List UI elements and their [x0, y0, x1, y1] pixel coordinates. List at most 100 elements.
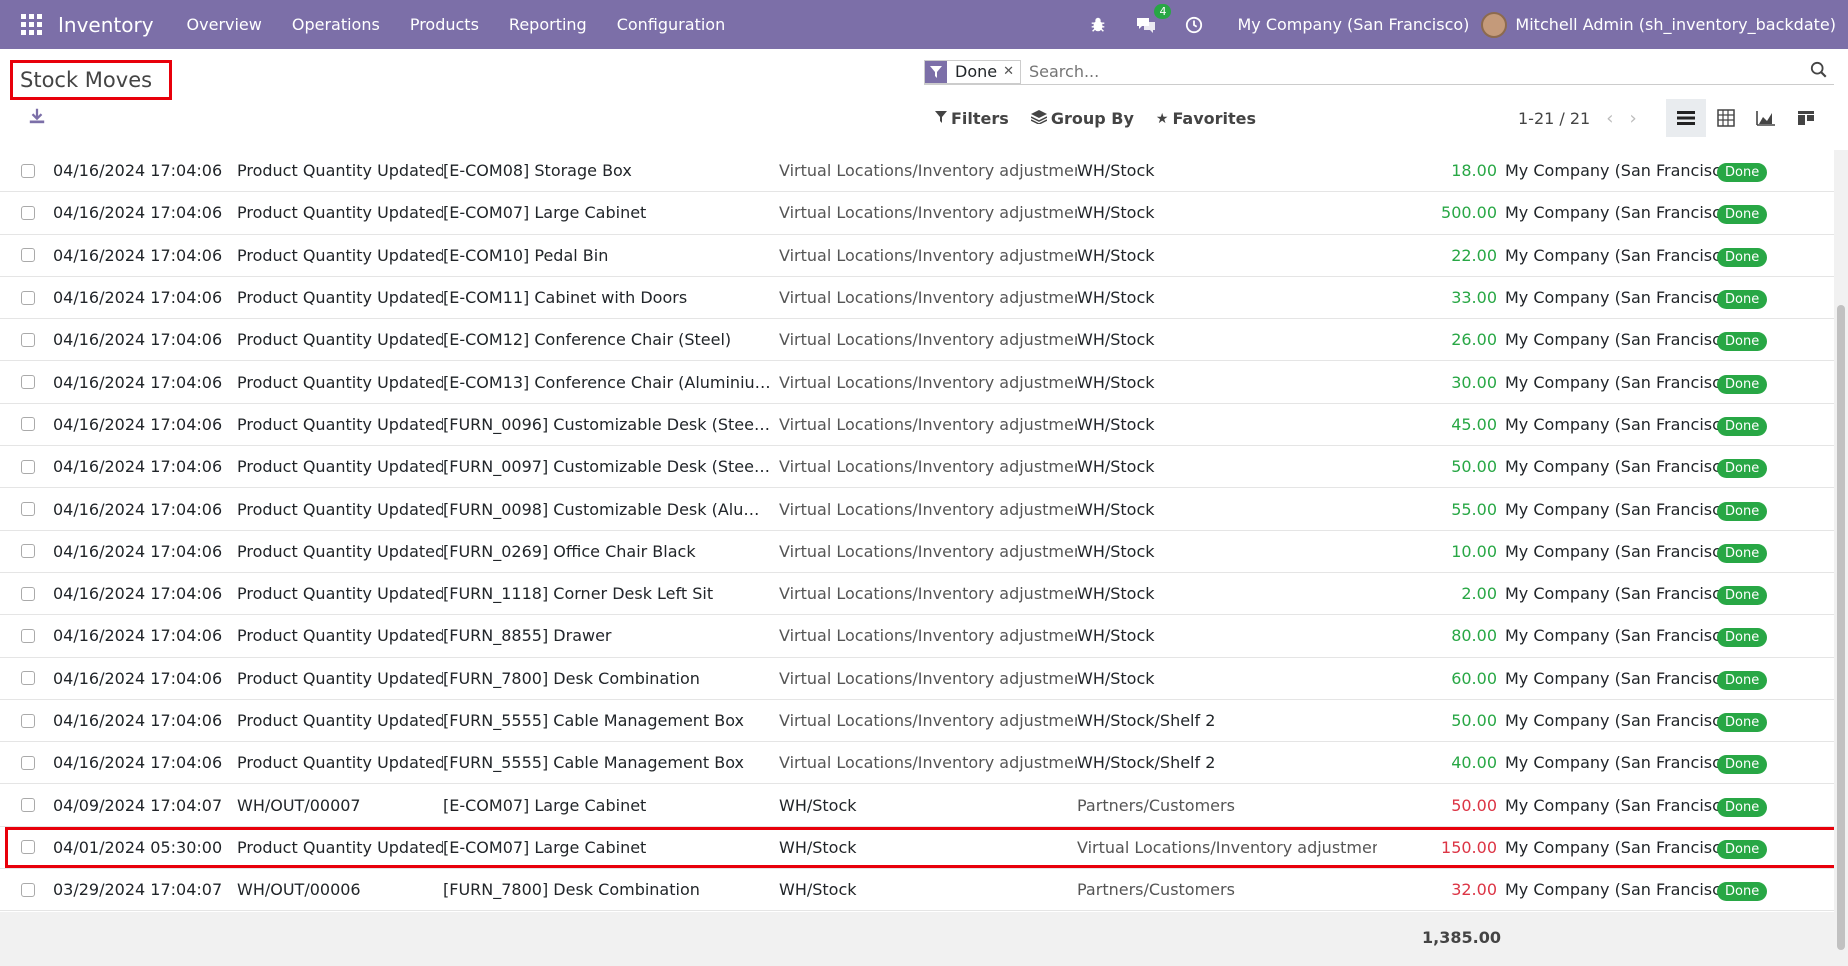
row-checkbox[interactable]	[21, 840, 35, 855]
cell-date: 04/09/2024 17:04:07	[53, 795, 223, 815]
pager-previous-icon[interactable]: ‹	[1606, 108, 1613, 129]
row-checkbox[interactable]	[21, 713, 35, 728]
cell-product: [E-COM07] Large Cabinet	[443, 795, 647, 815]
vertical-scrollbar[interactable]	[1834, 150, 1848, 966]
row-checkbox[interactable]	[21, 502, 35, 517]
cell-reference: Product Quantity Updated	[237, 499, 443, 519]
cell-reference: Product Quantity Updated	[237, 584, 443, 604]
row-checkbox[interactable]	[21, 755, 35, 770]
facet-label: Done	[955, 62, 998, 81]
cell-product: [E-COM08] Storage Box	[443, 161, 632, 181]
message-count-badge: 4	[1154, 3, 1172, 19]
menu-operations[interactable]: Operations	[292, 15, 380, 34]
filters-button[interactable]: Filters	[935, 109, 1009, 128]
menu-configuration[interactable]: Configuration	[617, 15, 726, 34]
table-row[interactable]: 04/16/2024 17:04:06 Product Quantity Upda…	[0, 404, 1834, 447]
messages-icon[interactable]: 4	[1135, 3, 1172, 35]
table-row[interactable]: 04/16/2024 17:04:06 Product Quantity Upda…	[0, 700, 1834, 743]
row-checkbox[interactable]	[21, 205, 35, 220]
bug-icon[interactable]	[1089, 16, 1107, 34]
table-row[interactable]: 04/16/2024 17:04:06 Product Quantity Upda…	[0, 361, 1834, 404]
cell-product: [E-COM13] Conference Chair (Aluminium)	[443, 372, 777, 392]
row-checkbox[interactable]	[21, 671, 35, 686]
company-switcher[interactable]: My Company (San Francisco)	[1237, 15, 1469, 34]
cell-company: My Company (San Francisco)	[1505, 541, 1737, 561]
search-input[interactable]	[1021, 62, 1834, 81]
groupby-label: Group By	[1050, 109, 1134, 128]
total-quantity: 1,385.00	[1422, 928, 1501, 947]
row-checkbox[interactable]	[21, 798, 35, 813]
cell-reference: WH/OUT/00006	[237, 880, 361, 900]
table-row[interactable]: 04/16/2024 17:04:06 Product Quantity Upda…	[0, 235, 1834, 277]
facet-remove-icon[interactable]: ✕	[1003, 64, 1020, 79]
search-icon[interactable]	[1810, 61, 1830, 81]
apps-menu-icon[interactable]	[20, 14, 42, 36]
cell-from-location: Virtual Locations/Inventory adjustment	[779, 668, 1077, 688]
pivot-view-icon[interactable]	[1706, 99, 1746, 137]
row-checkbox[interactable]	[21, 544, 35, 559]
scrollbar-thumb[interactable]	[1837, 305, 1845, 950]
table-row[interactable]: 04/16/2024 17:04:06 Product Quantity Upda…	[0, 573, 1834, 616]
cell-to-location: WH/Stock	[1077, 161, 1155, 181]
user-menu[interactable]: Mitchell Admin (sh_inventory_backdate)	[1515, 15, 1836, 34]
table-row[interactable]: 04/16/2024 17:04:06 Product Quantity Upda…	[0, 150, 1834, 193]
favorites-button[interactable]: ★ Favorites	[1156, 109, 1256, 128]
search-panel-buttons: Filters Group By ★ Favorites	[935, 109, 1278, 128]
row-checkbox[interactable]	[21, 248, 35, 263]
cell-reference: Product Quantity Updated	[237, 288, 443, 308]
cell-company: My Company (San Francisco)	[1505, 753, 1737, 773]
row-checkbox[interactable]	[21, 417, 35, 432]
table-row[interactable]: 04/16/2024 17:04:06 Product Quantity Upda…	[0, 658, 1834, 700]
search-facet-done[interactable]: Done ✕	[924, 59, 1021, 84]
table-row[interactable]: 04/09/2024 17:04:07 WH/OUT/00007 [E-COM07]…	[0, 784, 1834, 827]
view-switcher	[1666, 99, 1826, 137]
list-view-icon[interactable]	[1666, 99, 1706, 137]
table-row[interactable]: 04/16/2024 17:04:06 Product Quantity Upda…	[0, 742, 1834, 785]
status-badge: Done	[1717, 713, 1768, 732]
table-row[interactable]: 04/16/2024 17:04:06 Product Quantity Upda…	[0, 615, 1834, 658]
kanban-view-icon[interactable]	[1786, 99, 1826, 137]
cell-from-location: WH/Stock	[779, 837, 857, 857]
cell-from-location: Virtual Locations/Inventory adjustment	[779, 584, 1077, 604]
cell-date: 04/16/2024 17:04:06	[53, 584, 223, 604]
menu-reporting[interactable]: Reporting	[509, 15, 587, 34]
row-checkbox[interactable]	[21, 375, 35, 390]
cell-date: 04/16/2024 17:04:06	[53, 499, 223, 519]
cell-reference: Product Quantity Updated	[237, 372, 443, 392]
table-row[interactable]: 04/16/2024 17:04:06 Product Quantity Upda…	[0, 531, 1834, 573]
pager-value[interactable]: 1-21 / 21	[1518, 109, 1590, 128]
row-checkbox[interactable]	[21, 628, 35, 643]
status-badge: Done	[1717, 163, 1768, 183]
user-avatar[interactable]	[1481, 11, 1508, 38]
row-checkbox[interactable]	[21, 882, 35, 897]
activity-clock-icon[interactable]	[1185, 16, 1203, 34]
cell-from-location: Virtual Locations/Inventory adjustment	[779, 457, 1077, 477]
app-name[interactable]: Inventory	[58, 13, 154, 37]
row-checkbox[interactable]	[21, 290, 35, 305]
row-checkbox[interactable]	[21, 332, 35, 347]
cell-from-location: Virtual Locations/Inventory adjustment	[779, 288, 1077, 308]
table-row[interactable]: 03/29/2024 17:04:07 WH/OUT/00006 [FURN_780…	[0, 869, 1834, 912]
table-row[interactable]: 04/16/2024 17:04:06 Product Quantity Upda…	[0, 192, 1834, 235]
table-row[interactable]: 04/16/2024 17:04:06 Product Quantity Upda…	[0, 446, 1834, 489]
pager-next-icon[interactable]: ›	[1629, 108, 1636, 129]
table-row[interactable]: 04/16/2024 17:04:06 Product Quantity Upda…	[0, 277, 1834, 320]
cell-status: Done	[1717, 880, 1777, 902]
cell-quantity: 18.00	[1451, 161, 1497, 181]
menu-overview[interactable]: Overview	[187, 15, 262, 34]
table-row[interactable]: 04/16/2024 17:04:06 Product Quantity Upda…	[0, 319, 1834, 362]
cell-to-location: WH/Stock	[1077, 541, 1155, 561]
menu-products[interactable]: Products	[410, 15, 479, 34]
status-badge: Done	[1717, 416, 1768, 436]
table-row[interactable]: 04/16/2024 17:04:06 Product Quantity Upda…	[0, 488, 1834, 531]
page-title: Stock Moves	[10, 60, 172, 100]
row-checkbox[interactable]	[21, 459, 35, 474]
groupby-button[interactable]: Group By	[1030, 109, 1134, 128]
graph-view-icon[interactable]	[1746, 99, 1786, 137]
row-checkbox[interactable]	[21, 163, 35, 178]
download-icon[interactable]	[28, 107, 50, 129]
table-row[interactable]: 04/01/2024 05:30:00 Product Quantity Upda…	[0, 826, 1840, 870]
row-checkbox[interactable]	[21, 586, 35, 601]
status-badge: Done	[1717, 882, 1768, 902]
cell-product: [FURN_7800] Desk Combination	[443, 668, 700, 688]
